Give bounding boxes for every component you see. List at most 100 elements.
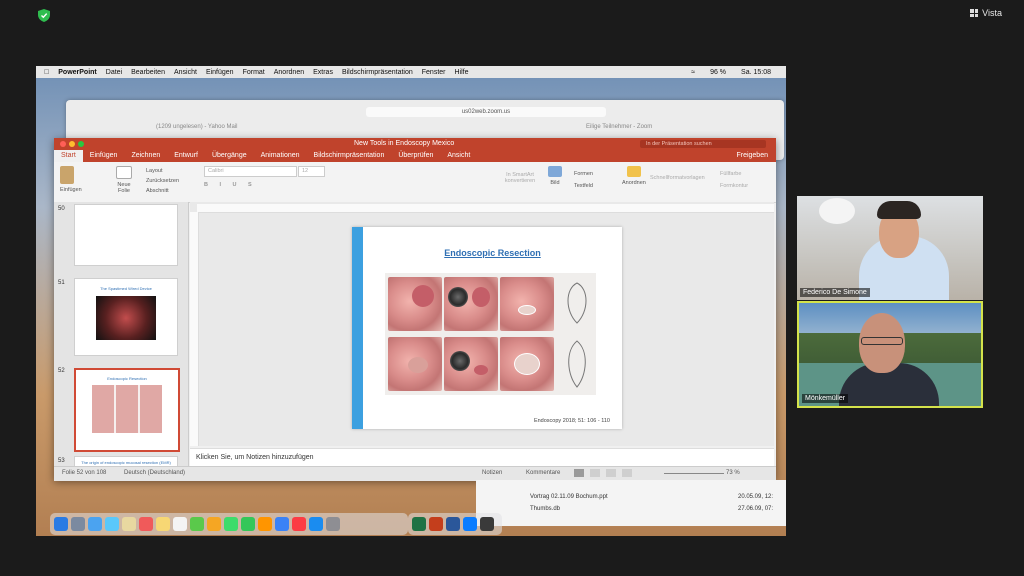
diagram-image: [568, 340, 586, 388]
address-bar[interactable]: us02web.zoom.us: [366, 107, 606, 117]
notes-pane[interactable]: Klicken Sie, um Notizen hinzuzufügen: [190, 448, 774, 467]
menu-praesentation[interactable]: Bildschirmpräsentation: [342, 69, 413, 76]
slide-thumbnail[interactable]: [74, 204, 178, 266]
search-input[interactable]: In der Präsentation suchen: [640, 140, 766, 148]
browser-tab-zoom[interactable]: Eilige Teilnehmer - Zoom: [586, 124, 652, 130]
shield-icon[interactable]: [38, 9, 50, 22]
keynote-icon[interactable]: [275, 517, 289, 531]
slide-title: Endoscopic Resection: [444, 248, 541, 258]
view-button[interactable]: Vista: [970, 8, 1002, 18]
safari-icon[interactable]: [88, 517, 102, 531]
diagram-image: [567, 282, 587, 324]
reminders-icon[interactable]: [173, 517, 187, 531]
notes-toggle[interactable]: Notizen: [482, 470, 502, 476]
word-icon[interactable]: [446, 517, 460, 531]
file-date: 27.06.09, 07:: [738, 506, 774, 512]
new-slide-button[interactable]: Neue Folie: [114, 166, 134, 194]
close-icon[interactable]: [60, 141, 66, 147]
photos-icon[interactable]: [207, 517, 221, 531]
maximize-icon[interactable]: [78, 141, 84, 147]
contacts-icon[interactable]: [122, 517, 136, 531]
endoscopy-image: [388, 277, 442, 331]
slide-thumbnail[interactable]: The origin of endoscopic mucosal resecti…: [74, 456, 178, 466]
arrange-button[interactable]: Anordnen: [622, 166, 646, 186]
font-size-select[interactable]: 12: [298, 166, 325, 177]
mac-menubar:  PowerPoint Datei Bearbeiten Ansicht Ei…: [36, 66, 786, 78]
slide-thumbnail-selected[interactable]: Endoscopic Resection: [74, 368, 180, 452]
file-date: 20.05.09, 12:: [738, 494, 774, 500]
share-button[interactable]: Freigeben: [729, 150, 776, 162]
zoom-icon[interactable]: [463, 517, 477, 531]
menu-hilfe[interactable]: Hilfe: [455, 69, 469, 76]
music-icon[interactable]: [292, 517, 306, 531]
layout-button[interactable]: Layout: [146, 166, 179, 176]
comments-toggle[interactable]: Kommentare: [526, 470, 560, 476]
reset-button[interactable]: Zurücksetzen: [146, 176, 179, 186]
textbox-button[interactable]: Textfeld: [574, 180, 593, 192]
file-name[interactable]: Vortrag 02.11.09 Bochum.ppt: [530, 494, 608, 500]
launchpad-icon[interactable]: [71, 517, 85, 531]
image-button[interactable]: Bild: [548, 166, 562, 186]
tab-start[interactable]: Start: [54, 150, 83, 162]
participant-video-active[interactable]: Mönkemüller: [797, 301, 983, 408]
tab-praesentation[interactable]: Bildschirmpräsentation: [307, 150, 392, 162]
menu-fenster[interactable]: Fenster: [422, 69, 446, 76]
quick-styles-button[interactable]: Schnellformatvorlagen: [650, 175, 705, 181]
slide-icon: [116, 166, 132, 179]
arrange-label: Anordnen: [622, 180, 646, 186]
thumb-number: 51: [58, 280, 65, 286]
tab-uebergaenge[interactable]: Übergänge: [205, 150, 254, 162]
tab-zeichnen[interactable]: Zeichnen: [124, 150, 167, 162]
minimize-icon[interactable]: [69, 141, 75, 147]
format-buttons[interactable]: B I U S: [204, 182, 257, 188]
notes-icon[interactable]: [156, 517, 170, 531]
tab-ueberpruefen[interactable]: Überprüfen: [391, 150, 440, 162]
tab-ansicht[interactable]: Ansicht: [440, 150, 477, 162]
menu-anordnen[interactable]: Anordnen: [274, 69, 304, 76]
settings-icon[interactable]: [326, 517, 340, 531]
excel-icon[interactable]: [412, 517, 426, 531]
zoom-slider[interactable]: [664, 473, 724, 474]
menu-ansicht[interactable]: Ansicht: [174, 69, 197, 76]
fill-button[interactable]: Füllfarbe: [720, 168, 748, 180]
finder-icon[interactable]: [54, 517, 68, 531]
menu-datei[interactable]: Datei: [106, 69, 122, 76]
tab-animationen[interactable]: Animationen: [254, 150, 307, 162]
tab-einfuegen[interactable]: Einfügen: [83, 150, 125, 162]
section-button[interactable]: Abschnitt: [146, 186, 179, 196]
facetime-icon[interactable]: [241, 517, 255, 531]
preview-icon[interactable]: [480, 517, 494, 531]
slide-options: Layout Zurücksetzen Abschnitt: [146, 166, 179, 196]
file-name[interactable]: Thumbs.db: [530, 506, 560, 512]
smartart-button[interactable]: In SmartArt konvertieren: [500, 172, 540, 184]
tab-entwurf[interactable]: Entwurf: [167, 150, 205, 162]
font-select[interactable]: Calibri: [204, 166, 297, 177]
calendar-icon[interactable]: [139, 517, 153, 531]
current-slide[interactable]: Endoscopic Resection Endoscopy 2018; 51:…: [352, 227, 622, 429]
zoom-level[interactable]: 73 %: [726, 470, 740, 476]
battery-level[interactable]: 96 %: [710, 69, 726, 76]
clock[interactable]: Sa. 15:08: [741, 69, 771, 76]
menu-format[interactable]: Format: [243, 69, 265, 76]
language-status[interactable]: Deutsch (Deutschland): [124, 470, 185, 476]
slide-thumbnail[interactable]: The Spastimed Wired Device: [74, 278, 178, 356]
shapes-button[interactable]: Formen: [574, 168, 593, 180]
menu-extras[interactable]: Extras: [313, 69, 333, 76]
participant-video[interactable]: Federico De Simone: [797, 196, 983, 300]
browser-tab-mail[interactable]: (1209 ungelesen) - Yahoo Mail: [156, 124, 238, 130]
menu-einfuegen[interactable]: Einfügen: [206, 69, 234, 76]
messages-icon[interactable]: [224, 517, 238, 531]
wifi-icon[interactable]: ≈: [691, 69, 695, 76]
paste-button[interactable]: Einfügen: [60, 166, 82, 193]
powerpoint-icon[interactable]: [429, 517, 443, 531]
apple-icon[interactable]: : [44, 69, 49, 76]
menu-bearbeiten[interactable]: Bearbeiten: [131, 69, 165, 76]
mail-icon[interactable]: [105, 517, 119, 531]
view-switcher[interactable]: [574, 469, 654, 477]
app-store-icon[interactable]: [309, 517, 323, 531]
pages-icon[interactable]: [258, 517, 272, 531]
thumb-number: 50: [58, 206, 65, 212]
outline-button[interactable]: Formkontur: [720, 180, 748, 192]
maps-icon[interactable]: [190, 517, 204, 531]
menu-app-name[interactable]: PowerPoint: [58, 69, 97, 76]
